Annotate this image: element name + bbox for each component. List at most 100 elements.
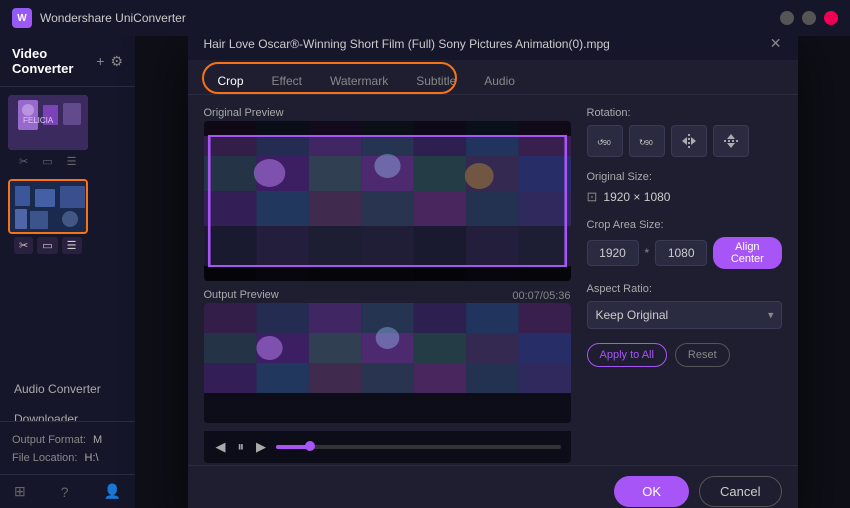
title-bar-controls <box>780 11 838 25</box>
crop-width-input[interactable] <box>587 240 639 266</box>
thumbnail-1[interactable]: FELICIA ✂ ▭ ☰ <box>8 95 127 173</box>
reset-button[interactable]: Reset <box>675 343 730 367</box>
tab-subtitle[interactable]: Subtitle <box>402 68 470 94</box>
cut-icon-1[interactable]: ✂ <box>14 153 33 170</box>
app-name: Wondershare UniConverter <box>40 11 186 25</box>
original-video-content <box>204 121 571 281</box>
prev-frame-button[interactable]: ◀ <box>214 437 228 457</box>
pause-button[interactable]: ⏸ <box>236 437 247 457</box>
tab-audio[interactable]: Audio <box>470 68 529 94</box>
cut-icon-2[interactable]: ✂ <box>14 237 33 254</box>
size-icon: ⊡ <box>587 189 598 205</box>
align-center-button[interactable]: Align Center <box>713 237 781 269</box>
aspect-ratio-select[interactable]: Keep Original 16:9 4:3 1:1 <box>587 301 782 329</box>
ok-button[interactable]: OK <box>614 476 689 507</box>
output-preview-header: Output Preview 00:07/05:36 <box>204 289 571 303</box>
clip-icon-2[interactable]: ▭ <box>37 237 57 254</box>
original-size-display: ⊡ 1920 × 1080 <box>587 189 782 205</box>
video-controls: ◀ ⏸ ▶ <box>204 431 571 463</box>
cancel-button[interactable]: Cancel <box>699 476 781 507</box>
output-preview-label: Output Preview <box>204 289 279 301</box>
original-size-section: Original Size: ⊡ 1920 × 1080 <box>587 171 782 205</box>
list-icon-1[interactable]: ☰ <box>62 153 82 170</box>
output-format-row: Output Format: M <box>0 430 135 450</box>
dialog-footer: OK Cancel <box>188 465 798 508</box>
output-preview-video <box>204 303 571 423</box>
original-preview-label: Original Preview <box>204 107 571 119</box>
sidebar-menu: Audio Converter Downloader Video Compres… <box>0 374 135 421</box>
sidebar-footer: ⊞ ? 👤 <box>0 474 135 508</box>
clip-icon-1[interactable]: ▭ <box>37 153 57 170</box>
thumb-controls-1: ✂ ▭ ☰ <box>8 150 127 173</box>
sidebar-item-audio-converter[interactable]: Audio Converter <box>0 374 135 404</box>
original-size-value: 1920 × 1080 <box>603 190 670 204</box>
home-icon[interactable]: ⊞ <box>14 483 26 500</box>
title-bar: W Wondershare UniConverter <box>0 0 850 36</box>
flip-vertical-button[interactable] <box>713 125 749 157</box>
preview-area: Original Preview <box>204 107 571 453</box>
svg-text:90: 90 <box>603 140 611 147</box>
minimize-button[interactable] <box>780 11 794 25</box>
rotate-cw-button[interactable]: ↻ 90 <box>629 125 665 157</box>
title-bar-left: W Wondershare UniConverter <box>12 8 186 28</box>
original-size-label: Original Size: <box>587 171 782 183</box>
maximize-button[interactable] <box>802 11 816 25</box>
dialog-titlebar: Hair Love Oscar®-Winning Short Film (Ful… <box>188 36 798 60</box>
tab-watermark[interactable]: Watermark <box>316 68 402 94</box>
sidebar-nav <box>0 312 135 375</box>
dialog: Hair Love Oscar®-Winning Short Film (Ful… <box>188 36 798 508</box>
right-panel: Rotation: ↺ 90 <box>587 107 782 453</box>
thumb-img-1: FELICIA <box>8 95 88 150</box>
tab-crop[interactable]: Crop <box>204 68 258 94</box>
sidebar: Video Converter + ⚙ <box>0 36 135 508</box>
sidebar-title: Video Converter <box>12 46 96 76</box>
apply-to-all-button[interactable]: Apply to All <box>587 343 667 367</box>
progress-bar[interactable] <box>276 445 561 449</box>
close-button[interactable] <box>824 11 838 25</box>
settings-icon[interactable]: ⚙ <box>110 53 123 70</box>
app-logo: W <box>12 8 32 28</box>
svg-text:90: 90 <box>645 140 653 147</box>
crop-area-section: Crop Area Size: * Align Center <box>587 219 782 269</box>
time-display: 00:07/05:36 <box>512 290 570 302</box>
original-preview-section: Original Preview <box>204 107 571 281</box>
sidebar-header-icons: + ⚙ <box>96 53 123 70</box>
file-location-row: File Location: H:\ <box>0 450 135 466</box>
aspect-ratio-section: Aspect Ratio: Keep Original 16:9 4:3 1:1 <box>587 283 782 329</box>
sidebar-bottom: Output Format: M File Location: H:\ <box>0 421 135 474</box>
tab-effect[interactable]: Effect <box>258 68 316 94</box>
help-icon[interactable]: ? <box>61 483 69 500</box>
sidebar-header: Video Converter + ⚙ <box>0 36 135 87</box>
aspect-ratio-select-wrapper: Keep Original 16:9 4:3 1:1 <box>587 301 782 329</box>
crop-height-input[interactable] <box>655 240 707 266</box>
rotation-section: Rotation: ↺ 90 <box>587 107 782 157</box>
add-file-icon[interactable]: + <box>96 53 104 70</box>
thumb-img-2 <box>10 181 86 232</box>
progress-dot <box>305 441 315 451</box>
flip-horizontal-button[interactable] <box>671 125 707 157</box>
dialog-tabs: Crop Effect Watermark Subtitle Audio <box>188 60 798 95</box>
main-area: Hair Love Oscar®-Winning Short Film (Ful… <box>135 36 850 508</box>
thumbnail-area: FELICIA ✂ ▭ ☰ <box>0 87 135 265</box>
svg-text:FELICIA: FELICIA <box>23 116 54 125</box>
output-preview-section: Output Preview 00:07/05:36 <box>204 289 571 423</box>
crop-size-row: * Align Center <box>587 237 782 269</box>
sidebar-item-downloader[interactable]: Downloader <box>0 404 135 421</box>
crop-area-label: Crop Area Size: <box>587 219 782 231</box>
dialog-body: Original Preview <box>188 95 798 465</box>
user-icon[interactable]: 👤 <box>104 483 121 500</box>
dialog-overlay: Hair Love Oscar®-Winning Short Film (Ful… <box>135 36 850 508</box>
list-icon-2[interactable]: ☰ <box>62 237 82 254</box>
dialog-title: Hair Love Oscar®-Winning Short Film (Ful… <box>204 37 610 51</box>
crop-separator: * <box>645 246 650 260</box>
thumb-controls-2: ✂ ▭ ☰ <box>8 234 127 257</box>
thumbnail-2[interactable]: ✂ ▭ ☰ <box>8 179 127 257</box>
dialog-close-button[interactable]: ✕ <box>770 36 782 52</box>
main-content: Video Converter + ⚙ <box>0 36 850 508</box>
next-frame-button[interactable]: ▶ <box>254 437 268 457</box>
original-preview-video <box>204 121 571 281</box>
rotation-label: Rotation: <box>587 107 782 119</box>
rotation-buttons: ↺ 90 ↻ 90 <box>587 125 782 157</box>
rotate-ccw-button[interactable]: ↺ 90 <box>587 125 623 157</box>
action-buttons: Apply to All Reset <box>587 343 782 367</box>
